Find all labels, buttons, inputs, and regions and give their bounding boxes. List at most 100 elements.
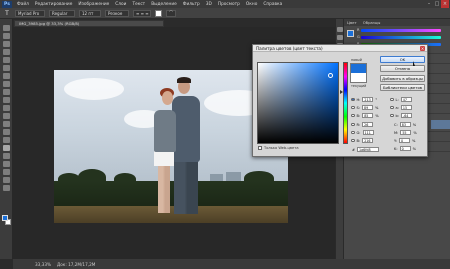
menu-edit[interactable]: Редактирование bbox=[32, 2, 76, 7]
color-field[interactable] bbox=[257, 62, 339, 144]
warp-text-icon[interactable]: ⌒ bbox=[166, 9, 176, 17]
input-h[interactable]: 213 bbox=[362, 97, 374, 102]
selected-layer-row[interactable] bbox=[431, 120, 450, 129]
field-a: a: 15 bbox=[390, 105, 412, 110]
blur-tool-icon[interactable] bbox=[3, 121, 10, 127]
hue-slider-arrow-icon[interactable] bbox=[340, 90, 343, 94]
type-tool-icon[interactable] bbox=[3, 145, 10, 151]
menu-view[interactable]: Просмотр bbox=[215, 2, 243, 7]
dialog-title-bar[interactable]: Палитра цветов (цвет текста) × bbox=[253, 45, 427, 52]
type-tool-icon[interactable]: T bbox=[1, 9, 13, 17]
field-y: Y: 0 % bbox=[394, 138, 415, 143]
color-field-picker-ring[interactable] bbox=[328, 73, 333, 78]
photo-treeline bbox=[54, 181, 288, 207]
label-r: R: bbox=[356, 122, 361, 127]
menu-type[interactable]: Текст bbox=[129, 2, 148, 7]
unit-h: ° bbox=[375, 97, 378, 102]
hex-input[interactable]: 1a6fd8 bbox=[357, 147, 380, 152]
panel-foreground-swatch[interactable] bbox=[347, 30, 354, 37]
radio-lab-b[interactable] bbox=[390, 113, 394, 118]
menu-3d[interactable]: 3D bbox=[203, 2, 215, 7]
photo-man-hair bbox=[177, 77, 191, 83]
slider-g[interactable] bbox=[361, 36, 441, 39]
radio-h[interactable] bbox=[351, 97, 355, 102]
foreground-color-swatch[interactable] bbox=[2, 215, 8, 221]
document-tab[interactable]: IMG_3985.jpg @ 33,3% (RGB/8) bbox=[14, 20, 164, 27]
text-color-swatch[interactable] bbox=[155, 9, 162, 17]
radio-l[interactable] bbox=[390, 97, 394, 102]
tab-swatches[interactable]: Образцы bbox=[360, 20, 384, 25]
font-size-select[interactable]: 12 пт bbox=[79, 9, 101, 17]
gradient-tool-icon[interactable] bbox=[3, 113, 10, 119]
radio-g[interactable] bbox=[351, 130, 355, 135]
history-brush-tool-icon[interactable] bbox=[3, 97, 10, 103]
ok-button[interactable]: OK bbox=[380, 56, 425, 63]
input-lab-b[interactable]: -64 bbox=[401, 113, 412, 118]
new-color-label: новый bbox=[351, 58, 362, 62]
input-r[interactable]: 26 bbox=[362, 122, 374, 127]
close-icon[interactable]: × bbox=[441, 0, 449, 8]
unit-m: % bbox=[413, 130, 417, 135]
minimize-icon[interactable]: – bbox=[425, 0, 433, 8]
radio-r[interactable] bbox=[351, 122, 355, 127]
radio-blue[interactable] bbox=[351, 138, 355, 143]
move-tool-icon[interactable] bbox=[3, 25, 10, 31]
menu-filter[interactable]: Фильтр bbox=[180, 2, 203, 7]
current-color-swatch[interactable] bbox=[350, 73, 367, 83]
shape-tool-icon[interactable] bbox=[3, 161, 10, 167]
input-y[interactable]: 0 bbox=[398, 138, 410, 143]
cancel-button[interactable]: Отмена bbox=[380, 65, 425, 72]
eyedropper-tool-icon[interactable] bbox=[3, 65, 10, 71]
radio-b[interactable] bbox=[351, 113, 355, 118]
dialog-close-icon[interactable]: × bbox=[420, 46, 425, 51]
font-style-select[interactable]: Regular bbox=[49, 9, 75, 17]
font-family-select[interactable]: Myriad Pro bbox=[15, 9, 45, 17]
input-a[interactable]: 15 bbox=[400, 105, 412, 110]
hand-tool-icon[interactable] bbox=[3, 177, 10, 183]
radio-s[interactable] bbox=[351, 105, 355, 110]
input-k[interactable]: 0 bbox=[399, 146, 411, 151]
zoom-tool-icon[interactable] bbox=[3, 185, 10, 191]
input-m[interactable]: 55 bbox=[400, 130, 412, 135]
maximize-icon[interactable]: □ bbox=[433, 0, 441, 8]
path-select-tool-icon[interactable] bbox=[3, 153, 10, 159]
zoom-level[interactable]: 33,33% bbox=[35, 262, 51, 267]
eraser-tool-icon[interactable] bbox=[3, 105, 10, 111]
label-m: M: bbox=[394, 130, 399, 135]
input-c[interactable]: 83 bbox=[399, 122, 411, 127]
input-g[interactable]: 111 bbox=[362, 130, 374, 135]
lasso-tool-icon[interactable] bbox=[3, 41, 10, 47]
menu-layers[interactable]: Слои bbox=[112, 2, 129, 7]
input-l[interactable]: 47 bbox=[400, 97, 412, 102]
dodge-tool-icon[interactable] bbox=[3, 129, 10, 135]
3d-tool-icon[interactable] bbox=[3, 169, 10, 175]
web-colors-checkbox[interactable] bbox=[258, 146, 262, 150]
tab-color[interactable]: Цвет bbox=[344, 20, 360, 25]
menu-file[interactable]: Файл bbox=[14, 2, 32, 7]
healing-tool-icon[interactable] bbox=[3, 73, 10, 79]
menu-help[interactable]: Справка bbox=[260, 2, 285, 7]
align-buttons[interactable]: ≡ ≡ ≡ bbox=[133, 9, 151, 17]
crop-tool-icon[interactable] bbox=[3, 57, 10, 63]
tools-panel bbox=[0, 19, 13, 259]
slider-r[interactable] bbox=[361, 29, 441, 32]
menu-window[interactable]: Окно bbox=[243, 2, 260, 7]
marquee-tool-icon[interactable] bbox=[3, 33, 10, 39]
hue-slider[interactable] bbox=[343, 62, 348, 144]
input-s[interactable]: 89 bbox=[362, 105, 373, 110]
stamp-tool-icon[interactable] bbox=[3, 89, 10, 95]
label-c: C: bbox=[394, 122, 398, 127]
input-blue[interactable]: 216 bbox=[362, 138, 374, 143]
menu-select[interactable]: Выделение bbox=[148, 2, 180, 7]
photo-man-suit bbox=[172, 96, 200, 162]
color-libraries-button[interactable]: Библиотеки цветов bbox=[380, 84, 425, 91]
photo-woman-legs bbox=[158, 165, 170, 213]
brush-tool-icon[interactable] bbox=[3, 81, 10, 87]
radio-a[interactable] bbox=[390, 105, 394, 110]
menu-image[interactable]: Изображение bbox=[75, 2, 112, 7]
pen-tool-icon[interactable] bbox=[3, 137, 10, 143]
add-to-swatches-button[interactable]: Добавить в образцы bbox=[380, 75, 425, 82]
quick-select-tool-icon[interactable] bbox=[3, 49, 10, 55]
antialias-select[interactable]: Резкое bbox=[105, 9, 129, 17]
input-b[interactable]: 85 bbox=[362, 113, 374, 118]
